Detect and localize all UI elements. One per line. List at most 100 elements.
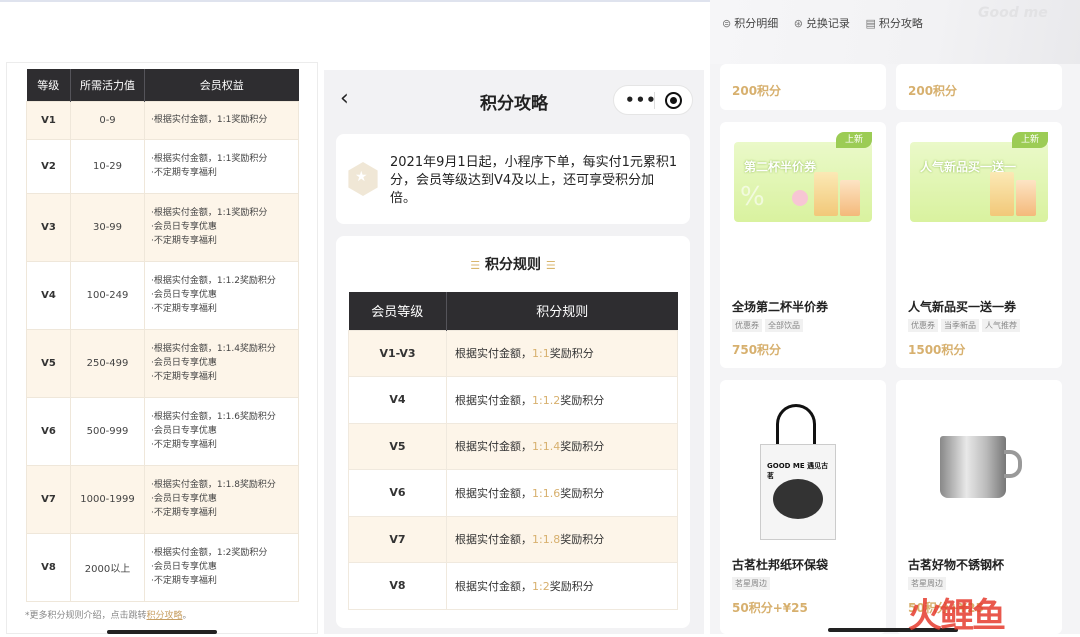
drink-cup-icon: [814, 172, 838, 216]
benefit-line: ·会员日专享优惠: [151, 494, 217, 504]
points-mall-page: Good me ⊜ 积分明细 ⊛ 兑换记录 ▤ 积分攻略 200积分 200积分 第二…: [710, 0, 1080, 634]
product-points: 200积分: [732, 84, 782, 98]
level-cell: V3: [26, 192, 71, 262]
benefit-line: ·根据实付金额，1:1.8奖励积分: [151, 480, 276, 490]
benefits-cell: ·根据实付金额，1:1奖励积分 ·会员日专享优惠 ·不定期专享福利: [144, 192, 299, 262]
level-cell: V5: [348, 422, 447, 470]
level-cell: V1: [26, 100, 71, 140]
product-card[interactable]: 第二杯半价券 % 上新 全场第二杯半价券 优惠券 全部饮品 750积分: [720, 122, 886, 368]
member-benefits-table: 等级 所需活力值 会员权益 V1 0-9 ·根据实付金额，1:1奖励积分 V2 10-2…: [26, 69, 299, 602]
rule-post: 奖励积分: [560, 440, 605, 454]
benefit-line: ·根据实付金额，1:1奖励积分: [151, 208, 268, 218]
rules-title: ☰ 积分规则 ☰: [336, 254, 690, 274]
footnote-link[interactable]: 积分攻略: [147, 611, 183, 621]
rule-ratio: 1:1.8: [532, 533, 561, 547]
benefits-cell: ·根据实付金额，1:1.4奖励积分 ·会员日专享优惠 ·不定期专享福利: [144, 328, 299, 398]
close-miniprogram-icon[interactable]: [665, 92, 682, 109]
footnote: *更多积分规则介绍，点击跳转积分攻略。: [25, 608, 192, 621]
rule-post: 奖励积分: [560, 486, 605, 500]
table-row: V6 根据实付金额，1:1.6奖励积分: [348, 469, 678, 517]
footnote-text: *更多积分规则介绍，点击跳转: [25, 611, 147, 621]
product-name: 古茗杜邦纸环保袋: [732, 558, 829, 572]
vitality-cell: 500-999: [70, 396, 145, 466]
title-deco-left: ☰: [470, 259, 481, 272]
tag: 人气推荐: [982, 319, 1020, 332]
level-cell: V6: [348, 469, 447, 517]
header-links: ⊜ 积分明细 ⊛ 兑换记录 ▤ 积分攻略: [722, 15, 935, 31]
benefits-cell: ·根据实付金额，1:1.2奖励积分 ·会员日专享优惠 ·不定期专享福利: [144, 260, 299, 330]
rule-cell: 根据实付金额，1:2奖励积分: [446, 562, 678, 610]
level-cell: V8: [26, 532, 71, 602]
product-card[interactable]: 200积分: [720, 64, 886, 110]
table-row: V2 10-29 ·根据实付金额，1:1奖励积分 ·不定期专享福利: [26, 138, 299, 194]
benefit-line: ·不定期专享福利: [151, 372, 217, 382]
footnote-end: 。: [182, 611, 192, 621]
more-icon[interactable]: •••: [625, 91, 657, 109]
points-detail-link[interactable]: ⊜ 积分明细: [722, 17, 778, 30]
product-tags: 茗星周边: [732, 577, 773, 590]
benefit-line: ·会员日专享优惠: [151, 426, 217, 436]
brand-watermark: Good me: [978, 5, 1048, 21]
product-points: 1500积分: [908, 343, 966, 357]
bag-illustration: [773, 479, 823, 519]
capsule-divider: [654, 92, 655, 109]
benefit-line: ·根据实付金额，1:1.4奖励积分: [151, 344, 276, 354]
bag-handle: [776, 404, 816, 448]
header-benefits: 会员权益: [144, 69, 299, 101]
coupon-image: 第二杯半价券 %: [734, 142, 872, 222]
points-guide-page: ‹ 积分攻略 ••• ★ 2021年9月1日起，小程序下单，每实付1元累积1分，…: [324, 70, 704, 634]
header-member-level: 会员等级: [348, 292, 447, 330]
benefit-line: ·不定期专享福利: [151, 304, 217, 314]
product-card[interactable]: 200积分: [896, 64, 1062, 110]
benefit-line: ·不定期专享福利: [151, 440, 217, 450]
benefit-line: ·根据实付金额，1:1奖励积分: [151, 115, 268, 125]
coupon-image: 人气新品买一送一: [910, 142, 1048, 222]
benefit-line: ·会员日专享优惠: [151, 222, 217, 232]
rule-post: 奖励积分: [549, 579, 594, 593]
tag: 优惠券: [908, 319, 938, 332]
benefits-cell: ·根据实付金额，1:2奖励积分 ·会员日专享优惠 ·不定期专享福利: [144, 532, 299, 602]
rule-pre: 根据实付金额，: [455, 347, 532, 361]
benefit-line: ·会员日专享优惠: [151, 358, 217, 368]
exchange-record-link[interactable]: ⊛ 兑换记录: [794, 17, 850, 30]
drink-cup-icon: [990, 172, 1014, 216]
table-row: V8 2000以上 ·根据实付金额，1:2奖励积分 ·会员日专享优惠 ·不定期专享福利: [26, 532, 299, 602]
link-label: 积分攻略: [878, 17, 923, 30]
new-badge: 上新: [1012, 132, 1048, 148]
header-vitality: 所需活力值: [70, 69, 145, 101]
product-card[interactable]: GOOD ME 遇见古茗 古茗杜邦纸环保袋 茗星周边 50积分+¥25: [720, 380, 886, 634]
benefit-line: ·不定期专享福利: [151, 236, 217, 246]
rule-post: 奖励积分: [560, 533, 605, 547]
coupon-title: 第二杯半价券: [744, 160, 817, 174]
tote-bag-image: GOOD ME 遇见古茗: [760, 404, 836, 540]
rule-pre: 根据实付金额，: [455, 533, 532, 547]
benefit-line: ·根据实付金额，1:1奖励积分: [151, 154, 268, 164]
vitality-cell: 100-249: [70, 260, 145, 330]
product-name: 全场第二杯半价券: [732, 300, 829, 314]
product-card[interactable]: 人气新品买一送一 上新 人气新品买一送一券 优惠券 当季新品 人气推荐 1500积分: [896, 122, 1062, 368]
vitality-cell: 2000以上: [70, 532, 145, 602]
table-row: V1-V3 根据实付金额，1:1奖励积分: [348, 329, 678, 377]
table-row: V7 根据实付金额，1:1.8奖励积分: [348, 515, 678, 563]
table-row: V4 100-249 ·根据实付金额，1:1.2奖励积分 ·会员日专享优惠 ·不定期专享…: [26, 260, 299, 330]
bag-print: GOOD ME 遇见古茗: [767, 462, 829, 480]
table-row: V5 250-499 ·根据实付金额，1:1.4奖励积分 ·会员日专享优惠 ·不定期专享…: [26, 328, 299, 398]
level-cell: V8: [348, 562, 447, 610]
benefit-line: ·不定期专享福利: [151, 576, 217, 586]
rule-pre: 根据实付金额，: [455, 393, 532, 407]
benefit-line: ·根据实付金额，1:1.6奖励积分: [151, 412, 276, 422]
level-cell: V1-V3: [348, 329, 447, 377]
benefits-cell: ·根据实付金额，1:1奖励积分: [144, 100, 299, 140]
table-row: V7 1000-1999 ·根据实付金额，1:1.8奖励积分 ·会员日专享优惠 ·不定期…: [26, 464, 299, 534]
rule-pre: 根据实付金额，: [455, 579, 532, 593]
link-label: 兑换记录: [805, 17, 850, 30]
level-cell: V4: [348, 376, 447, 424]
level-cell: V5: [26, 328, 71, 398]
star-badge-icon: ★: [348, 162, 378, 196]
points-guide-link[interactable]: ▤ 积分攻略: [865, 17, 922, 30]
rules-table: 会员等级 积分规则 V1-V3 根据实付金额，1:1奖励积分 V4 根据实付金额，1:…: [348, 292, 678, 610]
benefits-cell: ·根据实付金额，1:1奖励积分 ·不定期专享福利: [144, 138, 299, 194]
product-points: 750积分: [732, 343, 782, 357]
steel-mug-image: [940, 436, 1006, 498]
rule-ratio: 1:1: [532, 347, 550, 361]
